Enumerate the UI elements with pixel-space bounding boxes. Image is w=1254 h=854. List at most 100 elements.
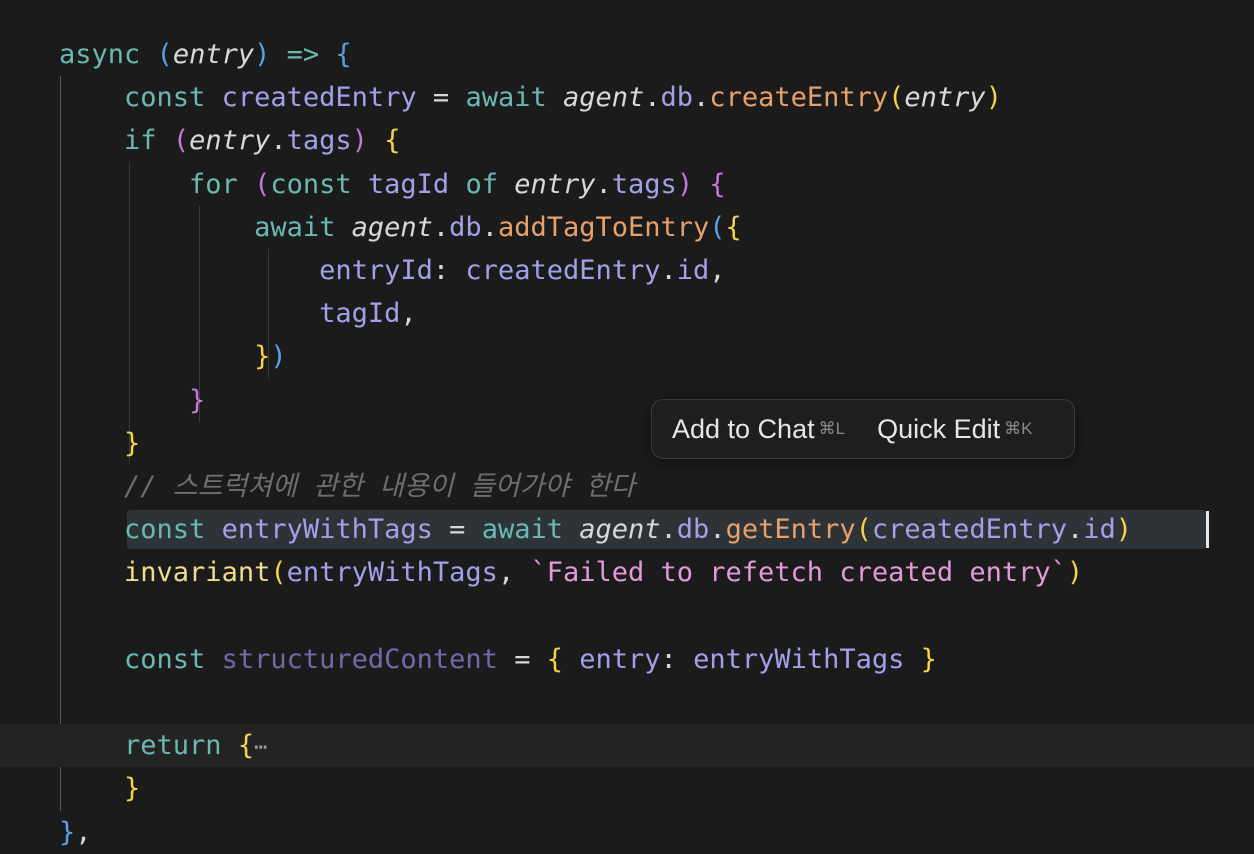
code-token: const — [270, 168, 352, 200]
code-token: createdEntry — [465, 255, 661, 286]
code-token: ( — [254, 168, 271, 200]
code-token: ) — [1066, 557, 1084, 589]
code-line[interactable]: async (entry) => { — [0, 33, 1254, 76]
code-line[interactable] — [0, 595, 1254, 638]
code-token: = — [432, 82, 450, 114]
code-token: db — [676, 514, 710, 546]
code-token: { — [709, 168, 726, 200]
code-token: ) — [676, 168, 694, 200]
code-token: ) — [985, 82, 1002, 114]
code-token: . — [660, 514, 677, 546]
code-line[interactable]: }) — [0, 335, 1254, 378]
code-line[interactable]: invariant(entryWithTags, `Failed to refe… — [0, 551, 1254, 594]
code-line[interactable]: const structuredContent = { entry: entry… — [0, 638, 1254, 681]
code-token: entryWithTags — [693, 643, 905, 675]
code-token: entryId — [319, 255, 433, 286]
selection-action-popup: Add to Chat ⌘L Quick Edit ⌘K — [651, 399, 1075, 459]
code-token: await — [481, 514, 563, 546]
code-token: tags — [611, 168, 677, 200]
code-line[interactable]: if (entry.tags) { — [0, 119, 1254, 162]
code-token: . — [693, 82, 710, 114]
add-to-chat-label: Add to Chat — [672, 413, 815, 444]
code-token: ( — [888, 82, 905, 114]
code-token: const — [124, 514, 206, 546]
code-token: ) — [254, 39, 271, 70]
code-token: entry — [904, 82, 986, 114]
code-token: agent — [579, 514, 661, 546]
code-line[interactable]: await agent.db.addTagToEntry({ — [0, 206, 1254, 249]
code-token: = — [449, 514, 466, 546]
code-token: } — [124, 427, 141, 459]
code-token: } — [920, 643, 937, 675]
code-line[interactable]: const createdEntry = await agent.db.crea… — [0, 76, 1254, 119]
code-token: : — [660, 643, 677, 675]
code-token: // 스트럭쳐에 관한 내용이 들어가야 한다 — [124, 471, 636, 502]
code-token: { — [725, 211, 742, 243]
quick-edit-button[interactable]: Quick Edit ⌘K — [845, 400, 1032, 458]
code-token: const — [124, 82, 206, 114]
code-token: await — [254, 211, 336, 243]
code-token: entryWithTags — [221, 514, 433, 546]
code-line[interactable]: tagId, — [0, 292, 1254, 335]
code-line[interactable]: entryId: createdEntry.id, — [0, 249, 1254, 292]
code-token: of — [465, 168, 498, 200]
code-token: ) — [1115, 514, 1133, 546]
code-token: . — [1066, 514, 1084, 546]
code-line[interactable]: for (const tagId of entry.tags) { — [0, 163, 1254, 206]
code-token: . — [481, 211, 498, 243]
code-token: } — [59, 816, 76, 848]
code-token: . — [709, 514, 726, 546]
code-line[interactable]: } — [0, 767, 1254, 810]
code-token: addTagToEntry — [497, 211, 710, 243]
fold-ellipsis-icon[interactable]: ⋯ — [254, 735, 267, 760]
add-to-chat-button[interactable]: Add to Chat ⌘L — [652, 400, 845, 458]
code-token: ) — [270, 341, 287, 373]
code-token: { — [384, 125, 401, 157]
code-line[interactable]: const entryWithTags = await agent.db.get… — [0, 508, 1254, 551]
code-line[interactable]: // 스트럭쳐에 관한 내용이 들어가야 한다 — [0, 465, 1254, 508]
code-token: entryWithTags — [286, 557, 498, 589]
code-token: entry — [579, 643, 661, 675]
code-token: async — [59, 39, 141, 70]
code-token: ) — [351, 125, 368, 157]
code-token: getEntry — [725, 514, 856, 546]
code-token: structuredContent — [221, 643, 498, 675]
code-token: ( — [709, 211, 726, 243]
code-line[interactable] — [0, 681, 1254, 724]
code-token: createEntry — [709, 82, 889, 114]
quick-edit-shortcut: ⌘K — [1004, 419, 1033, 438]
code-line[interactable]: return {⋯ — [0, 724, 1254, 767]
code-token: await — [465, 82, 547, 114]
code-token: . — [660, 255, 677, 286]
code-token: . — [432, 211, 450, 243]
code-token: . — [270, 125, 287, 157]
code-line[interactable]: }, — [0, 811, 1254, 854]
code-token: { — [237, 730, 255, 762]
